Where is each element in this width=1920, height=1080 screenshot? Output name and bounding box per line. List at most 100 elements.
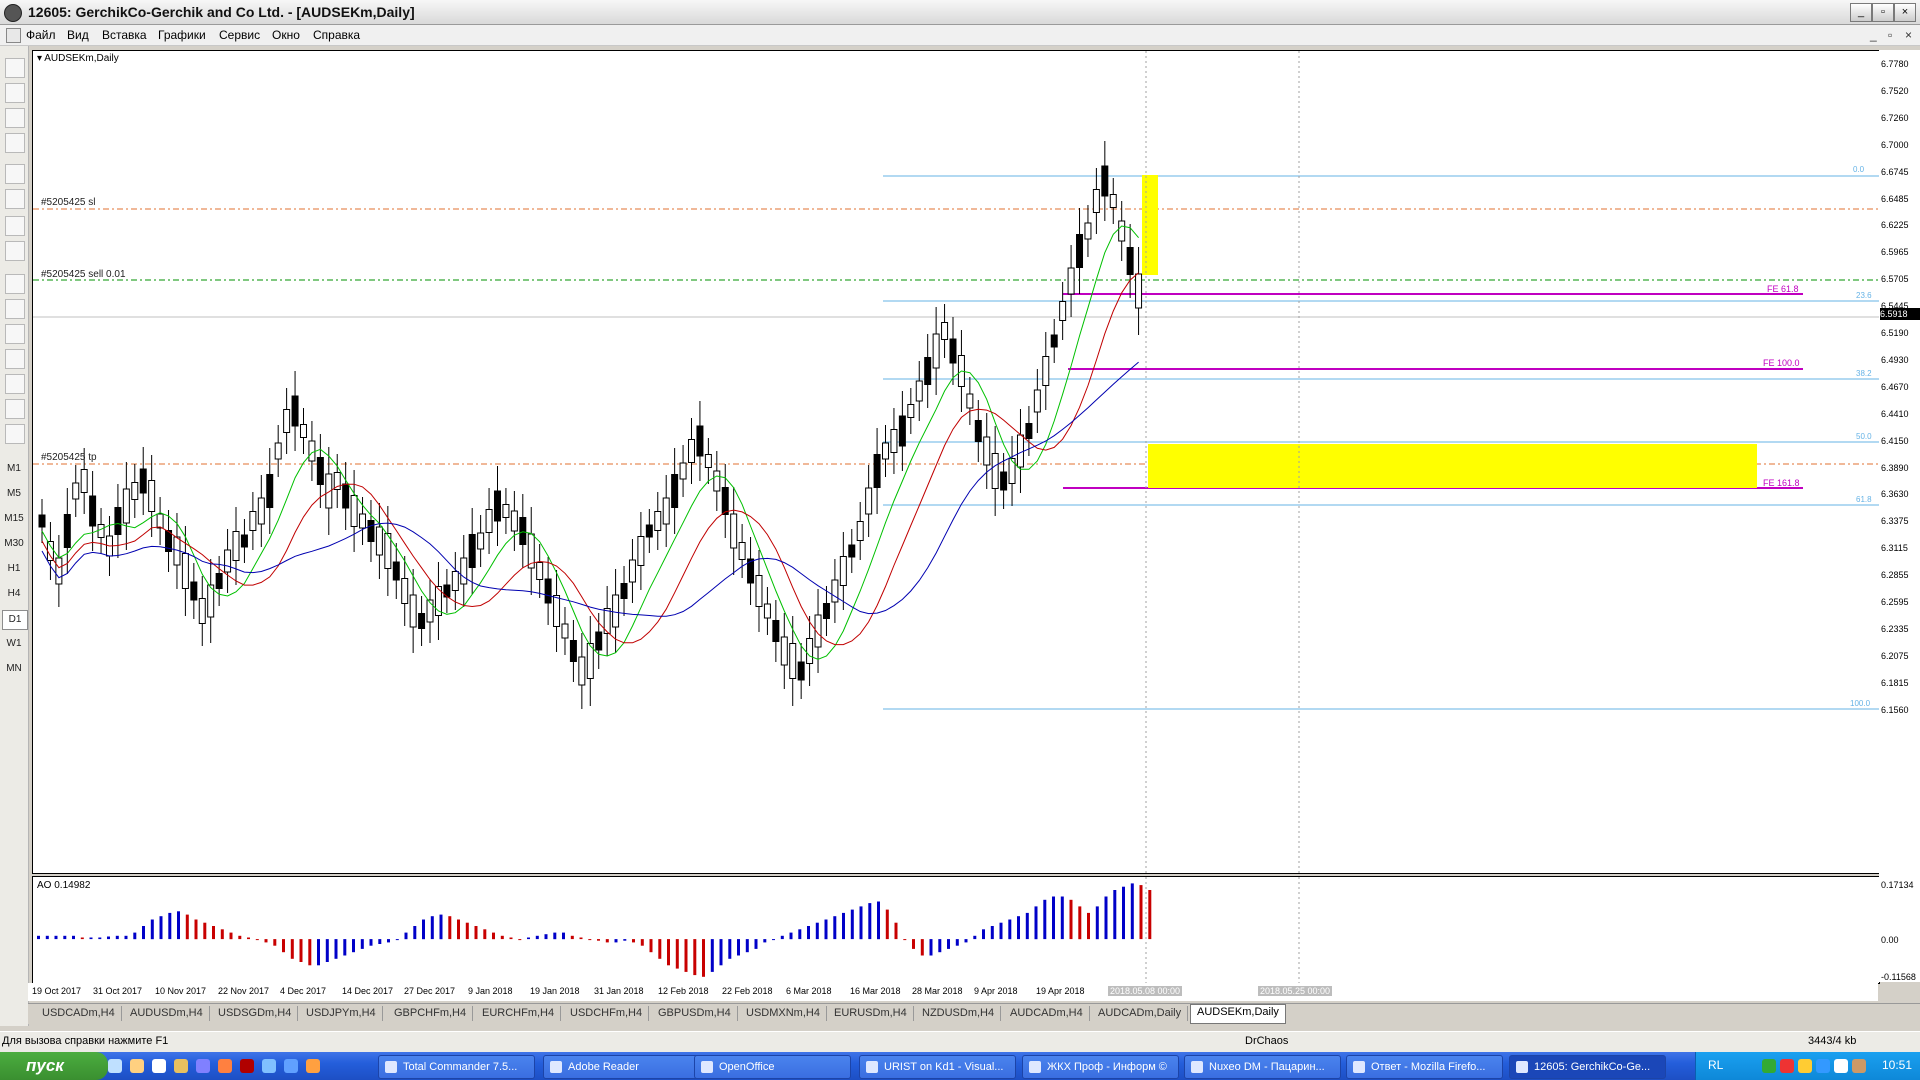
- tray-icon[interactable]: [1834, 1059, 1848, 1073]
- close-button[interactable]: ×: [1894, 3, 1916, 22]
- symbol-tab[interactable]: EURCHFm,H4: [476, 1006, 562, 1021]
- folder-icon[interactable]: [174, 1059, 188, 1073]
- symbol-tab[interactable]: AUDCADm,H4: [1004, 1006, 1090, 1021]
- document-icon[interactable]: [6, 28, 21, 43]
- tf-m1[interactable]: M1: [2, 460, 26, 478]
- autoscroll-icon[interactable]: [5, 216, 25, 236]
- fibonacci-icon[interactable]: [5, 424, 25, 444]
- start-button[interactable]: пуск: [0, 1052, 108, 1080]
- ao-tick-high: 0.17134: [1881, 880, 1914, 890]
- ao-bar: [54, 935, 58, 940]
- menu-tools[interactable]: Сервис: [219, 28, 260, 42]
- horizontal-line-icon[interactable]: [5, 349, 25, 369]
- tray-icon[interactable]: [1852, 1059, 1866, 1073]
- trendline-icon[interactable]: [5, 374, 25, 394]
- taskbar-item[interactable]: Ответ - Mozilla Firefo...: [1346, 1055, 1503, 1079]
- tf-d1[interactable]: D1: [2, 610, 28, 630]
- tf-m5[interactable]: M5: [2, 485, 26, 503]
- symbol-tab[interactable]: GBPCHFm,H4: [388, 1006, 474, 1021]
- taskbar-item[interactable]: URIST on Kd1 - Visual...: [859, 1055, 1016, 1079]
- quicklaunch-icon[interactable]: [218, 1059, 232, 1073]
- symbol-tab[interactable]: GBPUSDm,H4: [652, 1006, 738, 1021]
- menu-charts[interactable]: Графики: [158, 28, 206, 42]
- menu-help[interactable]: Справка: [313, 28, 360, 42]
- tray-icon[interactable]: [1780, 1059, 1794, 1073]
- firefox-icon[interactable]: [306, 1059, 320, 1073]
- menu-insert[interactable]: Вставка: [102, 28, 147, 42]
- taskbar-item[interactable]: Adobe Reader: [543, 1055, 700, 1079]
- candle-body: [806, 638, 814, 664]
- menu-view[interactable]: Вид: [67, 28, 89, 42]
- symbol-tab[interactable]: USDJPYm,H4: [300, 1006, 383, 1021]
- quicklaunch-icon[interactable]: [130, 1059, 144, 1073]
- tray-icon[interactable]: [1798, 1059, 1812, 1073]
- mdi-minimize-button[interactable]: _: [1870, 28, 1877, 42]
- pdf-icon[interactable]: [240, 1059, 254, 1073]
- zoom-in-icon[interactable]: [5, 164, 25, 184]
- quicklaunch-icon[interactable]: [152, 1059, 166, 1073]
- price-chart[interactable]: ▾ AUDSEKm,Daily #5205425 sl #5205425 sel…: [32, 50, 1880, 874]
- tf-mn[interactable]: MN: [2, 660, 26, 678]
- symbol-tab[interactable]: NZDUSDm,H4: [916, 1006, 1002, 1021]
- taskbar-item[interactable]: 12605: GerchikCo-Ge...: [1509, 1055, 1666, 1079]
- symbol-tab[interactable]: USDCADm,H4: [36, 1006, 122, 1021]
- symbol-tab[interactable]: USDMXNm,H4: [740, 1006, 827, 1021]
- tf-m15[interactable]: M15: [2, 510, 26, 528]
- market-watch-icon[interactable]: [5, 108, 25, 128]
- ao-bar: [1113, 890, 1117, 940]
- profiles-icon[interactable]: [5, 83, 25, 103]
- candle-body: [907, 404, 915, 418]
- symbol-tab[interactable]: EURUSDm,H4: [828, 1006, 914, 1021]
- tf-w1[interactable]: W1: [2, 635, 26, 653]
- ao-bar: [588, 939, 592, 941]
- tf-m30[interactable]: M30: [2, 535, 26, 553]
- navigator-icon[interactable]: [5, 133, 25, 153]
- ao-bar: [177, 911, 180, 940]
- candle-body: [738, 542, 746, 560]
- taskbar-item[interactable]: ЖКХ Проф - Информ ©: [1022, 1055, 1179, 1079]
- new-chart-icon[interactable]: [5, 58, 25, 78]
- tf-h4[interactable]: H4: [2, 585, 26, 603]
- crosshair-icon[interactable]: [5, 299, 25, 319]
- candle-body: [553, 595, 561, 627]
- candle-body: [80, 469, 88, 493]
- taskbar-item[interactable]: OpenOffice: [694, 1055, 851, 1079]
- symbol-tab[interactable]: AUDUSDm,H4: [124, 1006, 210, 1021]
- mdi-restore-button[interactable]: ▫: [1888, 28, 1892, 42]
- order-tp-label: #5205425 tp: [41, 452, 97, 463]
- vertical-line-icon[interactable]: [5, 324, 25, 344]
- candle-body: [974, 420, 982, 442]
- candle-body: [1000, 471, 1008, 491]
- ao-indicator-panel[interactable]: AO 0.14982: [32, 876, 1880, 984]
- minimize-button[interactable]: _: [1850, 3, 1872, 22]
- symbol-tab[interactable]: AUDSEKm,Daily: [1190, 1004, 1286, 1024]
- taskbar-item[interactable]: Nuxeo DM - Пацарин...: [1184, 1055, 1341, 1079]
- tf-h1[interactable]: H1: [2, 560, 26, 578]
- menu-file[interactable]: Файл: [26, 28, 56, 42]
- menu-window[interactable]: Окно: [272, 28, 300, 42]
- app-icon: [4, 4, 22, 22]
- maximize-button[interactable]: ▫: [1872, 3, 1894, 22]
- symbol-tab[interactable]: USDSGDm,H4: [212, 1006, 299, 1021]
- price-scale[interactable]: 6.7780 6.7520 6.7260 6.7000 6.6745 6.6485 6.62…: [1879, 50, 1920, 982]
- order-sell-label: #5205425 sell 0.01: [41, 269, 126, 280]
- taskbar-item[interactable]: Total Commander 7.5...: [378, 1055, 535, 1079]
- quicklaunch-icon[interactable]: [262, 1059, 276, 1073]
- cursor-icon[interactable]: [5, 274, 25, 294]
- chart-shift-icon[interactable]: [5, 241, 25, 261]
- tray-icon[interactable]: [1816, 1059, 1830, 1073]
- mdi-close-button[interactable]: ×: [1905, 28, 1912, 42]
- ie-icon[interactable]: [108, 1059, 122, 1073]
- language-indicator[interactable]: RL: [1708, 1058, 1723, 1072]
- order-sl-label: #5205425 sl: [41, 197, 96, 208]
- candle-body: [198, 598, 206, 624]
- tray-icon[interactable]: [1762, 1059, 1776, 1073]
- zoom-out-icon[interactable]: [5, 189, 25, 209]
- symbol-tab[interactable]: USDCHFm,H4: [564, 1006, 650, 1021]
- candle-body: [148, 480, 156, 512]
- quicklaunch-icon[interactable]: [196, 1059, 210, 1073]
- quicklaunch-icon[interactable]: [284, 1059, 298, 1073]
- date-highlight-2: 2018.05.25 00:00: [1258, 986, 1333, 996]
- symbol-tab[interactable]: AUDCADm,Daily: [1092, 1006, 1189, 1021]
- channel-icon[interactable]: [5, 399, 25, 419]
